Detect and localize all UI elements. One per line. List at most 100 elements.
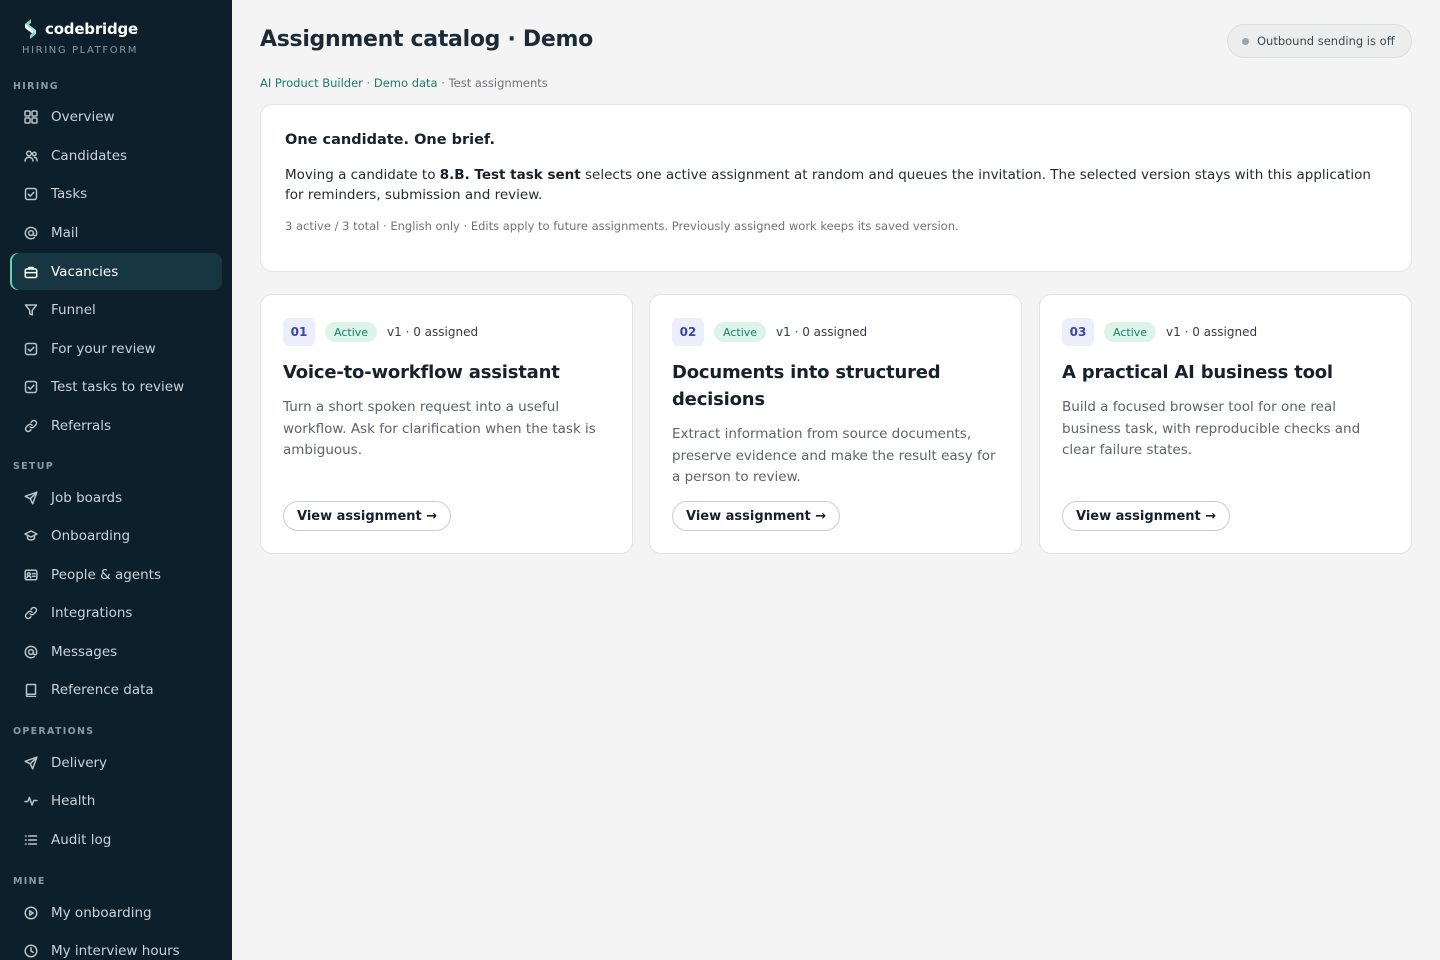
sidebar-item-vacancies[interactable]: Vacancies [10,253,222,290]
at-icon [24,645,38,659]
view-assignment-button[interactable]: View assignment → [1062,501,1231,531]
breadcrumb-link-demo-data[interactable]: Demo data [374,76,438,90]
users-icon [24,149,38,163]
checkbox-icon [24,342,38,356]
checkbox-icon [24,187,38,201]
card-header: 03 Active v1 · 0 assigned [1062,318,1257,346]
sidebar-item-label: Tasks [51,185,88,202]
intro-title: One candidate. One brief. [285,132,495,148]
intro-body-stage: 8.B. Test task sent [439,167,581,183]
pulse-icon [24,794,38,808]
brand-name: codebridge [45,20,139,38]
card-description: Build a focused browser tool for one rea… [1062,399,1361,458]
sidebar-item-my-interview-hours[interactable]: My interview hours [10,932,222,960]
sidebar-item-my-onboarding[interactable]: My onboarding [10,894,222,931]
sidebar-item-integrations[interactable]: Integrations [10,594,222,631]
sidebar-item-job-boards[interactable]: Job boards [10,479,222,516]
book-icon [24,683,38,697]
view-assignment-button[interactable]: View assignment → [283,501,452,531]
sidebar-item-label: Reference data [51,681,154,698]
card-meta: v1 · 0 assigned [776,325,868,339]
sidebar-item-candidates[interactable]: Candidates [10,137,222,174]
sidebar-item-label: Mail [51,224,79,241]
briefcase-icon [24,265,38,279]
card-title: A practical AI business tool [1062,362,1333,383]
sidebar-item-label: My onboarding [51,904,152,921]
sidebar-item-funnel[interactable]: Funnel [10,291,222,328]
sidebar-item-label: People & agents [51,566,161,583]
card-number: 01 [283,318,315,346]
nav-section-setup: SETUP [13,461,54,472]
sidebar-item-reference-data[interactable]: Reference data [10,671,222,708]
intro-meta: 3 active / 3 total · English only · Edit… [285,219,959,233]
status-badge: Active [1104,322,1157,342]
intro-body: Moving a candidate to 8.B. Test task sen… [285,165,1385,205]
sidebar-item-tasks[interactable]: Tasks [10,175,222,212]
assignment-card: 01 Active v1 · 0 assigned Voice-to-workf… [260,294,633,554]
sidebar-item-audit-log[interactable]: Audit log [10,821,222,858]
link-icon [24,419,38,433]
sidebar-item-mail[interactable]: Mail [10,214,222,251]
sidebar-item-people-agents[interactable]: People & agents [10,556,222,593]
sidebar-item-label: Messages [51,643,118,660]
outbound-status-label: Outbound sending is off [1257,34,1395,48]
status-dot-icon [1242,37,1249,45]
card-title: Voice-to-workflow assistant [283,362,560,383]
status-badge: Active [325,322,378,342]
sidebar-item-label: Test tasks to review [51,378,185,395]
card-description: Turn a short spoken request into a usefu… [283,399,596,458]
breadcrumb-separator: · [362,76,374,90]
page-title: Assignment catalog · Demo [260,27,593,52]
id-card-icon [24,568,38,582]
sidebar-item-label: Vacancies [51,263,119,280]
outbound-status-badge[interactable]: Outbound sending is off [1227,24,1412,58]
checkbox-icon [24,380,38,394]
sidebar-item-onboarding[interactable]: Onboarding [10,517,222,554]
card-header: 02 Active v1 · 0 assigned [672,318,867,346]
at-icon [24,226,38,240]
sidebar-item-referrals[interactable]: Referrals [10,407,222,444]
graduation-icon [24,529,38,543]
card-number: 03 [1062,318,1094,346]
intro-body-text: Moving a candidate to [285,167,440,183]
nav-section-hiring: HIRING [13,81,59,92]
list-icon [24,833,38,847]
sidebar-item-for-your-review[interactable]: For your review [10,330,222,367]
sidebar-item-overview[interactable]: Overview [10,98,222,135]
card-meta: v1 · 0 assigned [387,325,479,339]
clock-icon [24,943,38,958]
intro-card: One candidate. One brief. Moving a candi… [260,104,1412,272]
assignment-card: 03 Active v1 · 0 assigned A practical AI… [1039,294,1412,554]
breadcrumb: AI Product Builder · Demo data · Test as… [260,76,548,90]
sidebar: codebridge HIRING PLATFORM HIRING Overvi… [0,0,232,960]
sidebar-item-label: Integrations [51,604,133,621]
sidebar-item-label: For your review [51,340,156,357]
sidebar-item-test-tasks-to-review[interactable]: Test tasks to review [10,368,222,405]
nav-section-mine: MINE [13,876,46,887]
sidebar-item-messages[interactable]: Messages [10,633,222,670]
nav-section-operations: OPERATIONS [13,726,95,737]
brand-subtitle: HIRING PLATFORM [22,45,138,56]
play-circle-icon [24,905,38,920]
card-number: 02 [672,318,704,346]
sidebar-item-health[interactable]: Health [10,782,222,819]
sidebar-item-label: Onboarding [51,527,131,544]
send-icon [24,755,38,770]
sidebar-item-label: Referrals [51,417,112,434]
breadcrumb-link-product[interactable]: AI Product Builder [260,76,363,90]
breadcrumb-separator: · [437,76,449,90]
view-assignment-button[interactable]: View assignment → [672,501,841,531]
brand[interactable]: codebridge HIRING PLATFORM [22,18,138,56]
sidebar-item-delivery[interactable]: Delivery [10,744,222,781]
sidebar-item-label: Delivery [51,754,108,771]
sidebar-item-label: Job boards [51,489,123,506]
send-icon [24,490,38,505]
card-title: Documents into structured decisions [672,362,941,410]
card-meta: v1 · 0 assigned [1166,325,1258,339]
sidebar-item-label: Candidates [51,147,128,164]
status-badge: Active [714,322,767,342]
sidebar-item-label: Audit log [51,831,112,848]
sidebar-item-label: My interview hours [51,942,180,959]
link-icon [24,606,38,620]
funnel-icon [24,303,38,317]
